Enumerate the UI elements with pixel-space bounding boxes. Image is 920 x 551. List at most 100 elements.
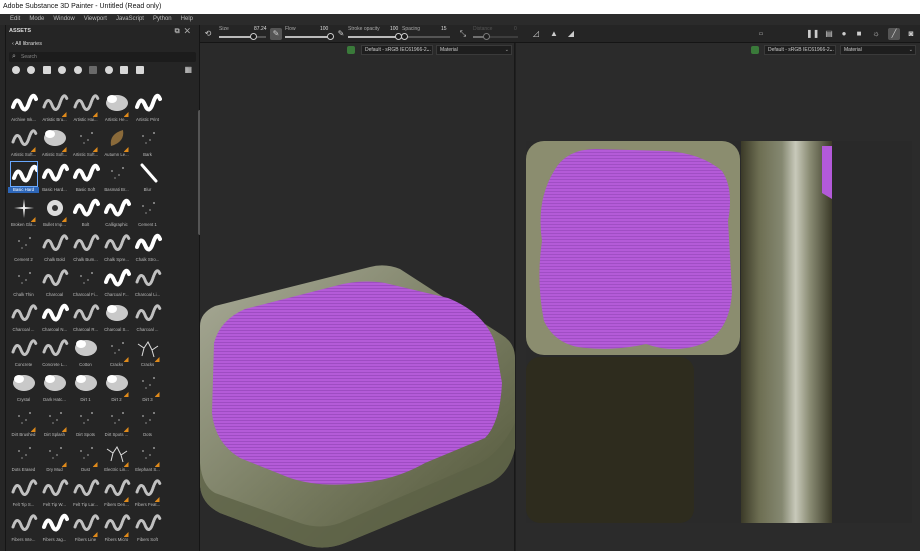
filter-environments-icon[interactable] — [135, 66, 144, 74]
brush-item[interactable]: Artistic Print — [132, 90, 163, 125]
brush-item[interactable]: Fibers Soft — [132, 510, 163, 545]
filter-textures-icon[interactable] — [120, 66, 129, 74]
uv-map[interactable] — [526, 141, 912, 523]
brush-item[interactable]: Charcoal R... — [70, 300, 101, 335]
library-selector[interactable]: ‹ All libraries — [6, 38, 199, 51]
brush-item[interactable]: Cracks — [132, 335, 163, 370]
brush-item[interactable]: Concrete L... — [39, 335, 70, 370]
pen-pressure-icon[interactable]: ✎ — [270, 28, 282, 40]
brush-item[interactable]: Elephant S... — [132, 440, 163, 475]
brush-item[interactable]: Chalk Thin — [8, 265, 39, 300]
brush-item[interactable]: Basic Hard... — [39, 160, 70, 195]
menu-item[interactable]: Window — [53, 14, 74, 25]
brush-item[interactable]: Calligraphic — [101, 195, 132, 230]
size-slider[interactable] — [219, 33, 266, 40]
screenshot-icon[interactable]: ◙ — [905, 28, 917, 40]
spacing-value[interactable]: 15 — [441, 26, 447, 32]
brush-item[interactable]: Dirt Spots ... — [101, 405, 132, 440]
channel-dropdown-2d[interactable]: Material ⌄ — [840, 45, 916, 55]
float-icon[interactable]: ⧉ — [175, 28, 185, 35]
flow-value[interactable]: 100 — [320, 26, 328, 32]
brush-item[interactable]: Cotton — [70, 335, 101, 370]
brush-item[interactable]: Chalk Bold — [39, 230, 70, 265]
filter-materials-icon[interactable] — [12, 66, 20, 74]
search-input[interactable]: ⌕ Search — [9, 52, 196, 62]
triangle-icon[interactable]: ▲ — [548, 28, 560, 40]
brush-item[interactable]: Artistic Bru... — [39, 90, 70, 125]
brush-item[interactable]: Charcoal — [39, 265, 70, 300]
video-icon[interactable]: ■ — [853, 28, 865, 40]
brush-item[interactable]: Autumn Le... — [101, 125, 132, 160]
menu-item[interactable]: JavaScript — [116, 14, 144, 25]
brush-item[interactable]: Bullet Imp... — [39, 195, 70, 230]
brush-item[interactable]: Basmati Br... — [101, 160, 132, 195]
brush-item[interactable]: Fibers Micro — [101, 510, 132, 545]
brush-item[interactable]: Dots — [132, 405, 163, 440]
brush-item[interactable]: Fibers Den... — [101, 475, 132, 510]
brush-item[interactable]: Charcoal ... — [8, 300, 39, 335]
brush-item[interactable]: Charcoal Fi... — [70, 265, 101, 300]
brush-item[interactable]: Charcoal F... — [101, 265, 132, 300]
brush-item[interactable]: Archive Ink... — [8, 90, 39, 125]
distance-value[interactable]: 0 — [514, 26, 517, 32]
brush-icon[interactable]: ╱ — [888, 28, 900, 40]
lazy-mouse-icon[interactable]: ⤡ — [457, 28, 469, 40]
brush-settings-icon[interactable]: ⟲ — [202, 28, 214, 40]
grid-view-icon[interactable]: ▦ — [184, 65, 192, 74]
brush-item[interactable]: Dark Hatc... — [39, 370, 70, 405]
brush-item[interactable]: Cement 2 — [8, 230, 39, 265]
camera-icon[interactable]: ▤ — [823, 28, 835, 40]
brush-item[interactable]: Chalk Bum... — [70, 230, 101, 265]
brush-item[interactable]: Artistic Soft... — [39, 125, 70, 160]
brush-item[interactable]: Crystal — [8, 370, 39, 405]
brush-item[interactable]: Dirt 3 — [132, 370, 163, 405]
menu-item[interactable]: Python — [153, 14, 172, 25]
pause-icon[interactable]: ❚❚ — [806, 28, 819, 40]
brush-item[interactable]: Dust — [70, 440, 101, 475]
size-value[interactable]: 87.24 — [254, 26, 267, 32]
menu-item[interactable]: Help — [181, 14, 193, 25]
brush-item[interactable]: Artistic He... — [101, 90, 132, 125]
alignment-icon[interactable]: ◢ — [565, 28, 577, 40]
menu-item[interactable]: Edit — [10, 14, 20, 25]
menu-item[interactable]: Viewport — [84, 14, 107, 25]
brush-item[interactable]: Bark — [132, 125, 163, 160]
filter-filters-icon[interactable] — [73, 66, 82, 74]
shield-icon[interactable] — [751, 46, 759, 54]
flow-slider[interactable] — [285, 33, 334, 40]
3d-mesh[interactable] — [200, 43, 515, 551]
distance-slider[interactable] — [473, 33, 518, 40]
brush-item[interactable]: Concrete — [8, 335, 39, 370]
brush-item[interactable]: Felt Tip W... — [39, 475, 70, 510]
stroke-opacity-value[interactable]: 100 — [390, 26, 398, 32]
symmetry-icon[interactable]: ◿ — [530, 28, 542, 40]
flow-pressure-icon[interactable]: ✎ — [335, 28, 347, 40]
filter-smart-materials-icon[interactable] — [27, 66, 36, 74]
brush-item[interactable]: Dirt 2 — [101, 370, 132, 405]
brush-item[interactable]: Artistic Soft... — [70, 125, 101, 160]
brush-item[interactable]: Dirt 1 — [70, 370, 101, 405]
spacing-slider[interactable] — [400, 33, 450, 40]
brush-item[interactable]: Charcoal ... — [132, 300, 163, 335]
brush-item[interactable]: Felt Tip Lar... — [70, 475, 101, 510]
brush-item[interactable]: Felt Tip S... — [8, 475, 39, 510]
brush-item[interactable]: Fibers Line — [70, 510, 101, 545]
brush-item[interactable]: Charcoal S... — [101, 300, 132, 335]
brush-item[interactable]: Chalk Spre... — [101, 230, 132, 265]
brush-item[interactable]: Artistic Soft... — [8, 125, 39, 160]
fps-icon[interactable]: ▭ — [755, 28, 767, 40]
brush-item[interactable]: Fibers Inte... — [8, 510, 39, 545]
brush-item[interactable]: Dirt Spots — [70, 405, 101, 440]
brush-item[interactable]: Electric Lin... — [101, 440, 132, 475]
viewport-3d[interactable]: Default - sRGB IEC61966-2... ⌄ Material ⌄ — [200, 43, 515, 551]
brush-item[interactable]: Broken Gla... — [8, 195, 39, 230]
brush-item[interactable]: Dirt Splash — [39, 405, 70, 440]
brush-item[interactable]: Fibers Jag... — [39, 510, 70, 545]
brush-item[interactable]: Dots Erased — [8, 440, 39, 475]
menu-item[interactable]: Mode — [29, 14, 44, 25]
settings-icon[interactable]: ☼ — [870, 28, 882, 40]
brush-item[interactable]: Charcoal N... — [39, 300, 70, 335]
filter-masks-icon[interactable] — [42, 66, 51, 74]
sphere-icon[interactable]: ● — [838, 28, 850, 40]
close-icon[interactable]: ✕ — [185, 28, 195, 35]
